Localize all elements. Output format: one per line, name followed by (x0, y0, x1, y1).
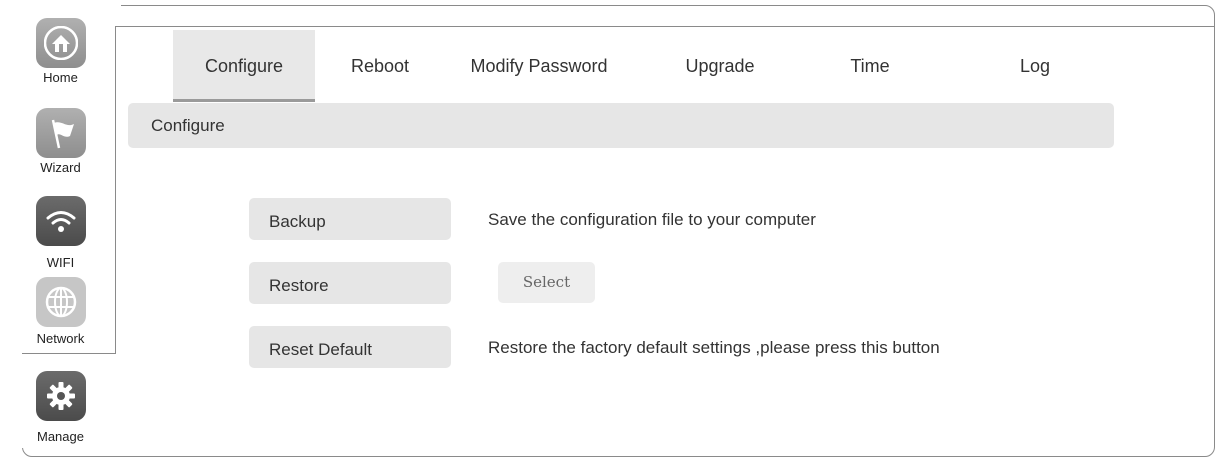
section-title: Configure (151, 116, 225, 135)
section-header: Configure (128, 103, 1114, 148)
reset-description: Restore the factory default settings ,pl… (488, 338, 940, 357)
sidebar: Home Wizard WIFI Network Manage (0, 0, 121, 448)
sidebar-item-wizard[interactable]: Wizard (0, 108, 121, 175)
sidebar-item-label: Manage (37, 429, 84, 444)
tab-time[interactable]: Time (830, 30, 910, 102)
restore-button[interactable]: Restore (249, 262, 451, 304)
sidebar-item-manage[interactable]: Manage (0, 371, 121, 444)
tab-configure[interactable]: Configure (173, 30, 315, 102)
sidebar-item-wifi[interactable]: WIFI (0, 196, 121, 270)
gear-icon (35, 371, 86, 421)
tab-reboot[interactable]: Reboot (315, 30, 445, 102)
divider (115, 26, 1215, 27)
flag-icon (35, 108, 86, 158)
sidebar-item-label: Home (43, 70, 78, 85)
sidebar-item-label: Wizard (40, 160, 81, 175)
divider (115, 26, 116, 354)
globe-icon (35, 277, 86, 327)
select-file-button[interactable]: Select (498, 262, 595, 303)
home-icon (35, 18, 86, 68)
sidebar-item-home[interactable]: Home (0, 18, 121, 85)
tab-modify-password[interactable]: Modify Password (458, 30, 620, 102)
sidebar-item-label: Network (36, 331, 85, 346)
wifi-icon (35, 196, 86, 246)
backup-description: Save the configuration file to your comp… (488, 210, 816, 229)
tab-log[interactable]: Log (1000, 30, 1070, 102)
backup-button[interactable]: Backup (249, 198, 451, 240)
divider (22, 353, 116, 354)
sidebar-item-label: WIFI (46, 255, 75, 270)
tab-upgrade[interactable]: Upgrade (660, 30, 780, 102)
reset-default-button[interactable]: Reset Default (249, 326, 451, 368)
sidebar-item-network[interactable]: Network (0, 277, 121, 346)
